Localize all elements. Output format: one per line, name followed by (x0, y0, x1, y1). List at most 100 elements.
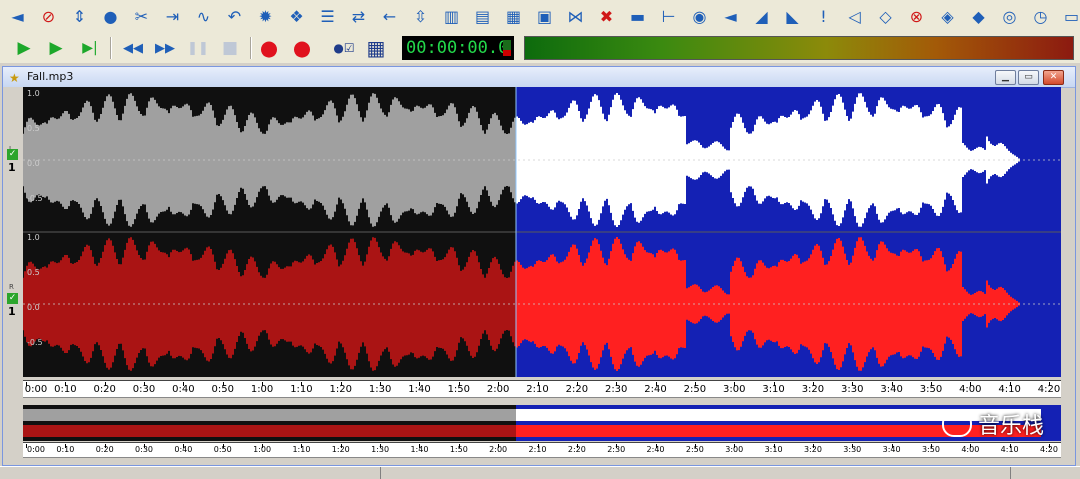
chat-bubble-icon (941, 411, 972, 437)
align-icon[interactable]: ☰ (316, 5, 339, 28)
overview-ruler: 0:00 0:10 0:20 0:30 0:40 0:50 1:00 1:10 1:20 1:30… (23, 442, 1061, 458)
ruler-label: 2:00 (486, 384, 510, 395)
fit-vertical-icon[interactable]: ⇕ (68, 5, 91, 28)
ruler-label: 1:50 (447, 384, 471, 395)
waveform-icon[interactable]: ▦ (502, 5, 525, 28)
restore-button[interactable]: ▭ (1018, 70, 1039, 85)
arrow-left-icon[interactable]: ← (378, 5, 401, 28)
window-button[interactable]: ▦ (364, 36, 388, 60)
no-noise-icon[interactable]: ⊗ (905, 5, 928, 28)
ruler-label: 2:30 (607, 445, 626, 454)
exclaim-icon[interactable]: ! (812, 5, 835, 28)
level-meter (524, 36, 1074, 60)
channel-l-checkbox[interactable]: ✓ (7, 149, 18, 160)
record-button[interactable]: ● (257, 36, 281, 60)
ruler-label: 1:40 (408, 384, 431, 395)
ruler-label: 1:40 (410, 445, 429, 454)
ruler-label: 2:30 (604, 384, 628, 395)
ruler-label: 2:40 (646, 445, 665, 454)
ruler-label: 0:30 (132, 384, 156, 395)
undo-icon[interactable]: ↶ (223, 5, 246, 28)
ruler-label: 2:40 (644, 384, 667, 395)
spectrum-icon[interactable]: ▤ (471, 5, 494, 28)
wav-icon[interactable]: ▣ (533, 5, 556, 28)
ruler-label: 0:10 (54, 384, 77, 395)
ruler-label: 3:00 (722, 384, 746, 395)
amplitude-label: 0.0 (27, 159, 40, 168)
diamond-icon[interactable]: ◆ (967, 5, 990, 28)
play-selection-icon: ▶ (49, 37, 63, 58)
clock-icon[interactable]: ◷ (1029, 5, 1052, 28)
ruler-label: 1:20 (329, 384, 352, 395)
split-icon[interactable]: ⇥ (161, 5, 184, 28)
document-titlebar[interactable]: ★ Fall.mp3 ▁ ▭ ✕ (3, 67, 1075, 88)
ruler-label: 3:50 (919, 384, 943, 395)
marker-icon[interactable]: ⊢ (657, 5, 680, 28)
channel-r-checkbox[interactable]: ✓ (7, 293, 18, 304)
play-to-end-button[interactable]: ▶| (78, 36, 102, 60)
time-ruler[interactable]: 0:00 0:10 0:20 0:30 0:40 0:50 1:00 1:10 1:20 1:30… (23, 380, 1061, 398)
fade-in-icon[interactable]: ◢ (750, 5, 773, 28)
monitor-icon[interactable]: ▭ (1060, 5, 1080, 28)
fade-out-icon[interactable]: ◣ (781, 5, 804, 28)
rewind-button[interactable]: ◀◀ (118, 36, 148, 60)
amplitude-label: -0.5 (27, 338, 43, 347)
record-loop-button[interactable]: ● (290, 36, 314, 60)
swap-icon[interactable]: ⇄ (347, 5, 370, 28)
vertical-align-icon[interactable]: ⇳ (409, 5, 432, 28)
eye-icon[interactable]: ◎ (998, 5, 1021, 28)
ruler-label: 4:20 (1037, 384, 1061, 395)
equalizer-icon[interactable]: ▥ (440, 5, 463, 28)
tag-icon[interactable]: ◈ (936, 5, 959, 28)
channel-l-number: 1 (8, 161, 16, 174)
minimize-button[interactable]: ▁ (995, 70, 1016, 85)
curve-icon[interactable]: ∿ (192, 5, 215, 28)
ruler-label: 1:10 (290, 384, 313, 395)
ruler-label: 3:30 (843, 445, 862, 454)
ruler-label: 0:30 (135, 445, 154, 454)
gear-icon[interactable]: ✹ (254, 5, 277, 28)
ruler-label: 0:50 (211, 384, 234, 395)
ruler-label: 2:20 (567, 445, 586, 454)
trim-icon[interactable]: ⋈ (564, 5, 587, 28)
ruler-label: 1:00 (250, 384, 274, 395)
ruler-label: 1:50 (449, 445, 468, 454)
volume-icon[interactable]: ◄ (719, 5, 742, 28)
play-button[interactable]: ▶ (12, 36, 36, 60)
fast-forward-button[interactable]: ▶▶ (150, 36, 180, 60)
cut-icon[interactable]: ✂ (130, 5, 153, 28)
amplitude-label: 1.0 (27, 233, 40, 242)
effects-icon[interactable]: ❖ (285, 5, 308, 28)
stop-button[interactable]: ■ (218, 36, 242, 60)
overview-left-wave (23, 409, 516, 421)
ruler-label: 2:00 (489, 445, 508, 454)
globe-icon[interactable]: ● (99, 5, 122, 28)
ruler-label: 0:20 (95, 445, 114, 454)
overview-waveform[interactable] (23, 405, 1061, 441)
no-entry-icon[interactable]: ⊘ (37, 5, 60, 28)
vbadge-button[interactable]: ●☑ (330, 36, 358, 60)
level-led (503, 40, 511, 56)
ruler-label: 0:20 (93, 384, 116, 395)
pause-button[interactable]: ❚❚ (186, 36, 210, 60)
amplitude-label: 0.5 (27, 268, 40, 277)
ruler-label: 2:50 (683, 384, 707, 395)
paint-icon[interactable]: ▬ (626, 5, 649, 28)
play-selection-button[interactable]: ▶ (44, 36, 68, 60)
mute-icon[interactable]: ◁ (843, 5, 866, 28)
speaker-icon[interactable]: ◉ (688, 5, 711, 28)
volume-left-icon[interactable]: ◄ (6, 5, 29, 28)
amplitude-label: 0.5 (27, 124, 40, 133)
close-window-button[interactable]: ✕ (1043, 70, 1064, 85)
ruler-label: 3:40 (882, 445, 901, 454)
document-title: Fall.mp3 (27, 70, 74, 83)
compare-icon[interactable]: ◇ (874, 5, 897, 28)
delete-icon[interactable]: ✖ (595, 5, 618, 28)
time-display: 00:00:00.0 (402, 36, 514, 60)
ruler-label: 2:10 (528, 445, 547, 454)
amplitude-label: 0.0 (27, 303, 40, 312)
ruler-label: 4:20 (1040, 445, 1058, 454)
ruler-label: 1:00 (253, 445, 272, 454)
waveform-editor[interactable] (23, 87, 1061, 377)
ruler-label: 0:50 (213, 445, 232, 454)
